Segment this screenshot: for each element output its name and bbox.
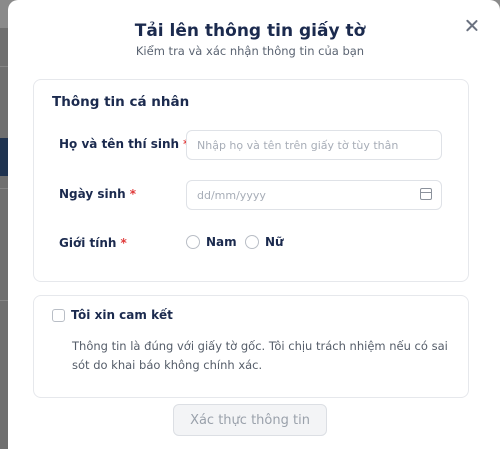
gender-label: Giới tính * (59, 236, 127, 250)
gender-radio-male[interactable] (186, 235, 200, 249)
fullname-input[interactable] (186, 130, 442, 160)
modal-title: Tải lên thông tin giấy tờ (134, 21, 366, 41)
gender-label-text: Giới tính (59, 236, 117, 250)
required-marker: * (129, 187, 136, 201)
commitment-text: Thông tin là đúng với giấy tờ gốc. Tôi c… (72, 339, 448, 372)
dob-label: Ngày sinh * (59, 187, 136, 201)
calendar-icon[interactable] (420, 188, 432, 200)
required-marker: * (120, 236, 127, 250)
modal-subtitle: Kiểm tra và xác nhận thông tin của bạn (135, 44, 365, 58)
gender-option-female[interactable]: Nữ (265, 235, 284, 249)
verify-info-button[interactable]: Xác thực thông tin (173, 404, 327, 436)
dob-label-text: Ngày sinh (59, 187, 126, 201)
fullname-label-text: Họ và tên thí sinh (59, 137, 180, 151)
gender-option-male[interactable]: Nam (206, 235, 237, 249)
dob-input[interactable] (186, 180, 442, 210)
fullname-label: Họ và tên thí sinh* (59, 137, 189, 151)
gender-radio-female[interactable] (245, 235, 259, 249)
commitment-checkbox[interactable] (52, 309, 65, 322)
personal-info-title: Thông tin cá nhân (52, 94, 190, 110)
commitment-label[interactable]: Tôi xin cam kết (71, 308, 173, 322)
